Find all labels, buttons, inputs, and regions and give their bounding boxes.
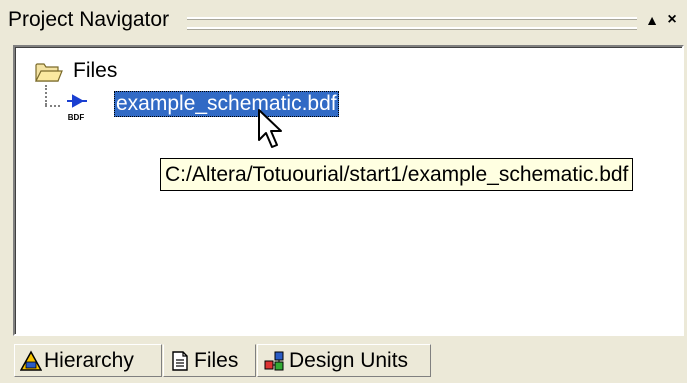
tab-label: Design Units: [289, 349, 409, 372]
tab-files[interactable]: Files: [163, 344, 256, 377]
bdf-file-icon: BDF: [66, 94, 87, 122]
folder-open-icon: [35, 63, 63, 82]
triangle-up-icon: ▲: [645, 12, 659, 28]
panel-titlebar: Project Navigator ▲ ×: [0, 0, 687, 38]
file-path-tooltip: C:/Altera/Totuourial/start1/example_sche…: [160, 158, 634, 191]
tree-item-files[interactable]: Files: [73, 59, 117, 83]
tab-label: Files: [194, 349, 239, 372]
design-units-icon: [264, 351, 284, 371]
tab-design-units[interactable]: Design Units: [257, 344, 431, 377]
tree-connector: [45, 105, 60, 107]
tab-hierarchy[interactable]: Hierarchy: [14, 344, 162, 377]
files-icon: [172, 351, 188, 371]
mouse-cursor-icon: [258, 109, 282, 148]
close-icon: ×: [667, 11, 677, 28]
bdf-icon-text: BDF: [68, 113, 85, 122]
panel-title: Project Navigator: [8, 8, 170, 31]
restore-panel-button[interactable]: ▲: [642, 10, 662, 30]
project-tree-panel: Files BDF example_schematic.bdf C:/Alter…: [13, 45, 684, 336]
tree-item-example-schematic[interactable]: example_schematic.bdf: [114, 91, 339, 117]
tree-connector: [45, 85, 47, 105]
tab-label: Hierarchy: [44, 349, 134, 372]
titlebar-grip[interactable]: [187, 17, 637, 29]
close-panel-button[interactable]: ×: [662, 10, 682, 30]
hierarchy-warning-icon: [20, 350, 42, 371]
